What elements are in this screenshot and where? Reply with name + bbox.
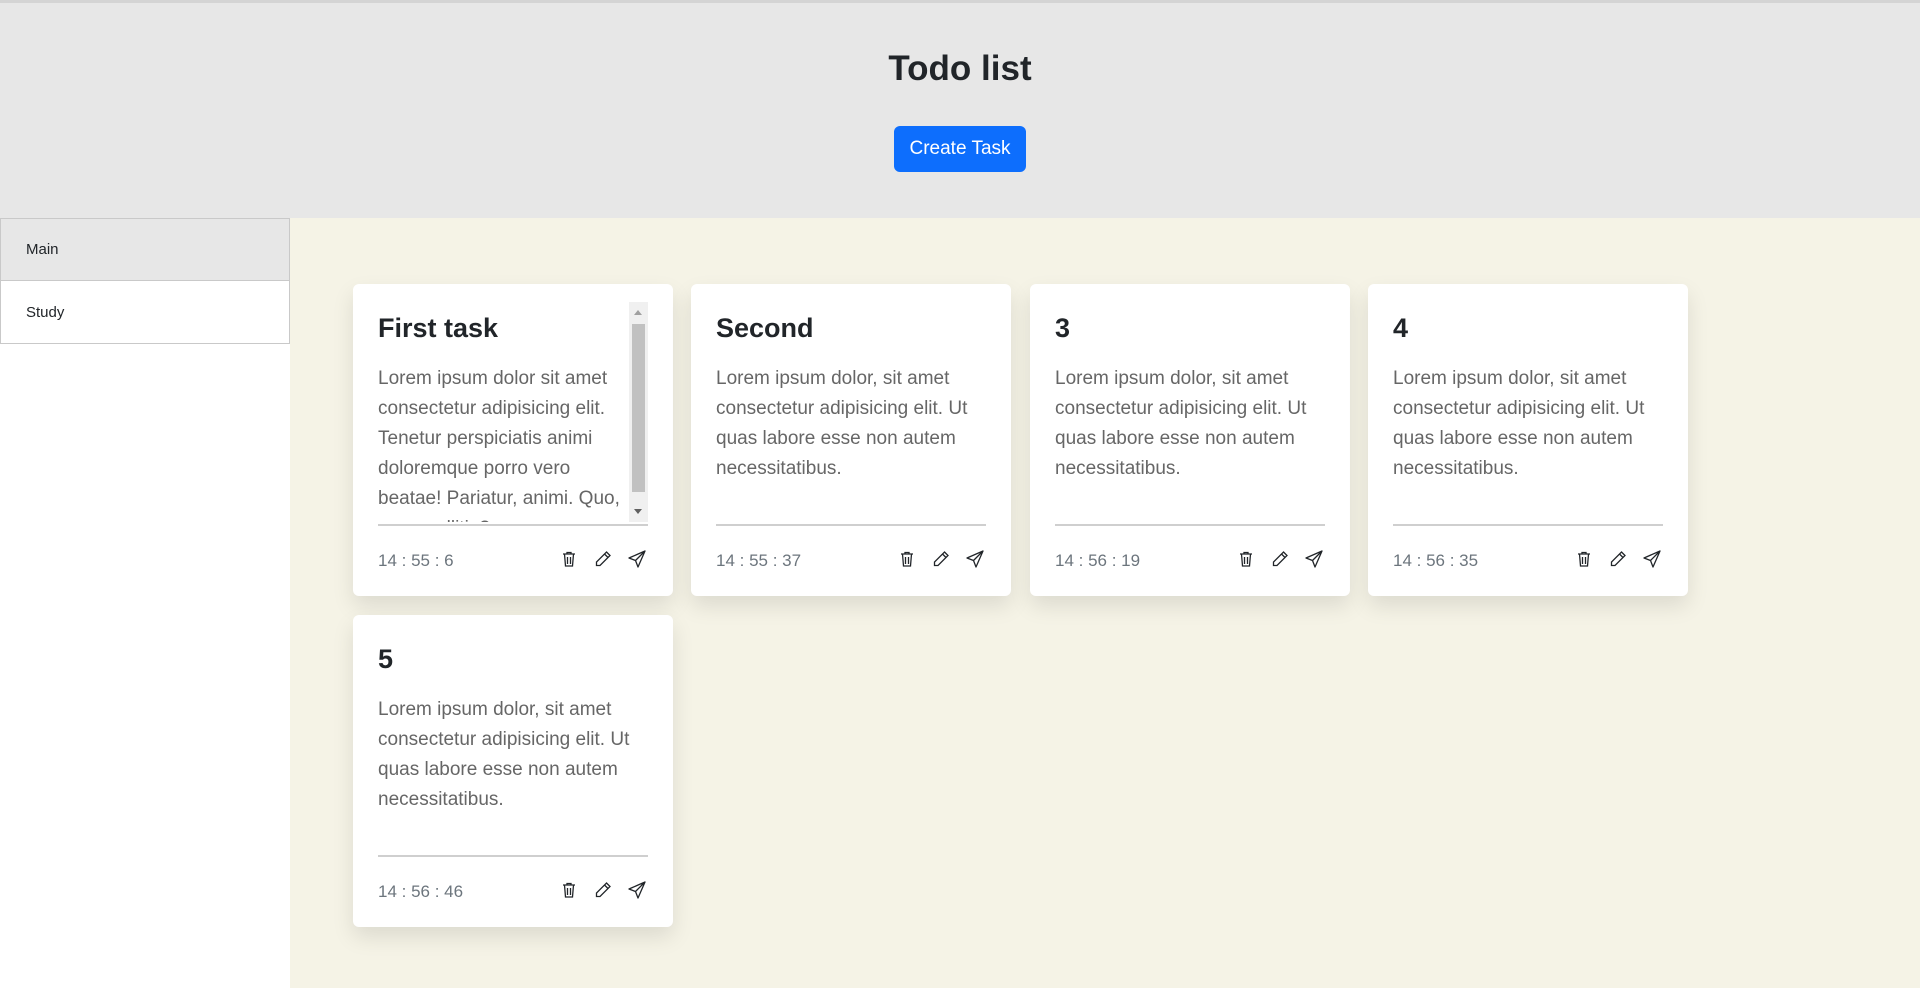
task-actions [558, 548, 648, 570]
task-card-body[interactable]: 3 Lorem ipsum dolor, sit amet consectetu… [1055, 302, 1325, 522]
task-card-body[interactable]: First task Lorem ipsum dolor sit amet co… [378, 302, 648, 522]
sidebar-item-label: Main [26, 241, 59, 258]
task-actions [1573, 548, 1663, 570]
sidebar-item-study[interactable]: Study [0, 281, 290, 344]
task-description: Lorem ipsum dolor, sit amet consectetur … [716, 368, 968, 480]
divider [378, 524, 648, 526]
task-title: 4 [1393, 313, 1409, 343]
task-card: 3 Lorem ipsum dolor, sit amet consectetu… [1030, 284, 1350, 596]
pencil-icon[interactable] [1269, 548, 1291, 570]
task-title: Second [716, 313, 814, 343]
trash-icon[interactable] [1235, 548, 1257, 570]
divider [716, 524, 986, 526]
task-time: 14 : 56 : 35 [1393, 551, 1479, 570]
task-time: 14 : 56 : 19 [1055, 551, 1141, 570]
task-description: Lorem ipsum dolor sit amet consectetur a… [378, 368, 620, 522]
trash-icon[interactable] [558, 879, 580, 901]
scroll-up-icon[interactable] [634, 310, 642, 315]
sidebar: Main Study [0, 218, 290, 988]
task-card-body[interactable]: Second Lorem ipsum dolor, sit amet conse… [716, 302, 986, 522]
task-card: 4 Lorem ipsum dolor, sit amet consectetu… [1368, 284, 1688, 596]
task-description: Lorem ipsum dolor, sit amet consectetur … [1055, 368, 1307, 480]
sidebar-item-main[interactable]: Main [0, 218, 290, 281]
task-card-body[interactable]: 4 Lorem ipsum dolor, sit amet consectetu… [1393, 302, 1663, 522]
task-actions [896, 548, 986, 570]
send-icon[interactable] [626, 879, 648, 901]
task-board: First task Lorem ipsum dolor sit amet co… [290, 218, 1920, 988]
task-scrollbar[interactable] [629, 302, 648, 522]
task-time: 14 : 56 : 46 [378, 882, 464, 901]
divider [1055, 524, 1325, 526]
task-actions [558, 879, 648, 901]
task-description: Lorem ipsum dolor, sit amet consectetur … [378, 699, 630, 811]
task-title: 3 [1055, 313, 1071, 343]
trash-icon[interactable] [558, 548, 580, 570]
send-icon[interactable] [626, 548, 648, 570]
page-title: Todo list [888, 49, 1032, 88]
task-card: First task Lorem ipsum dolor sit amet co… [353, 284, 673, 596]
send-icon[interactable] [1303, 548, 1325, 570]
divider [378, 855, 648, 857]
divider [1393, 524, 1663, 526]
app-page: Todo list Create Task Main Study First t… [0, 0, 1920, 988]
scroll-down-icon[interactable] [634, 509, 642, 514]
task-card: Second Lorem ipsum dolor, sit amet conse… [691, 284, 1011, 596]
task-time: 14 : 55 : 37 [716, 551, 802, 570]
task-title: First task [378, 313, 499, 343]
task-card-body[interactable]: 5 Lorem ipsum dolor, sit amet consectetu… [378, 633, 648, 853]
create-task-button[interactable]: Create Task [894, 126, 1026, 172]
send-icon[interactable] [964, 548, 986, 570]
header: Todo list Create Task [0, 3, 1920, 218]
scroll-thumb[interactable] [632, 324, 645, 492]
task-actions [1235, 548, 1325, 570]
trash-icon[interactable] [896, 548, 918, 570]
pencil-icon[interactable] [930, 548, 952, 570]
pencil-icon[interactable] [1607, 548, 1629, 570]
send-icon[interactable] [1641, 548, 1663, 570]
task-time: 14 : 55 : 6 [378, 551, 454, 570]
task-card: 5 Lorem ipsum dolor, sit amet consectetu… [353, 615, 673, 927]
task-title: 5 [378, 644, 394, 674]
pencil-icon[interactable] [592, 548, 614, 570]
pencil-icon[interactable] [592, 879, 614, 901]
task-description: Lorem ipsum dolor, sit amet consectetur … [1393, 368, 1645, 480]
trash-icon[interactable] [1573, 548, 1595, 570]
sidebar-item-label: Study [26, 303, 65, 321]
